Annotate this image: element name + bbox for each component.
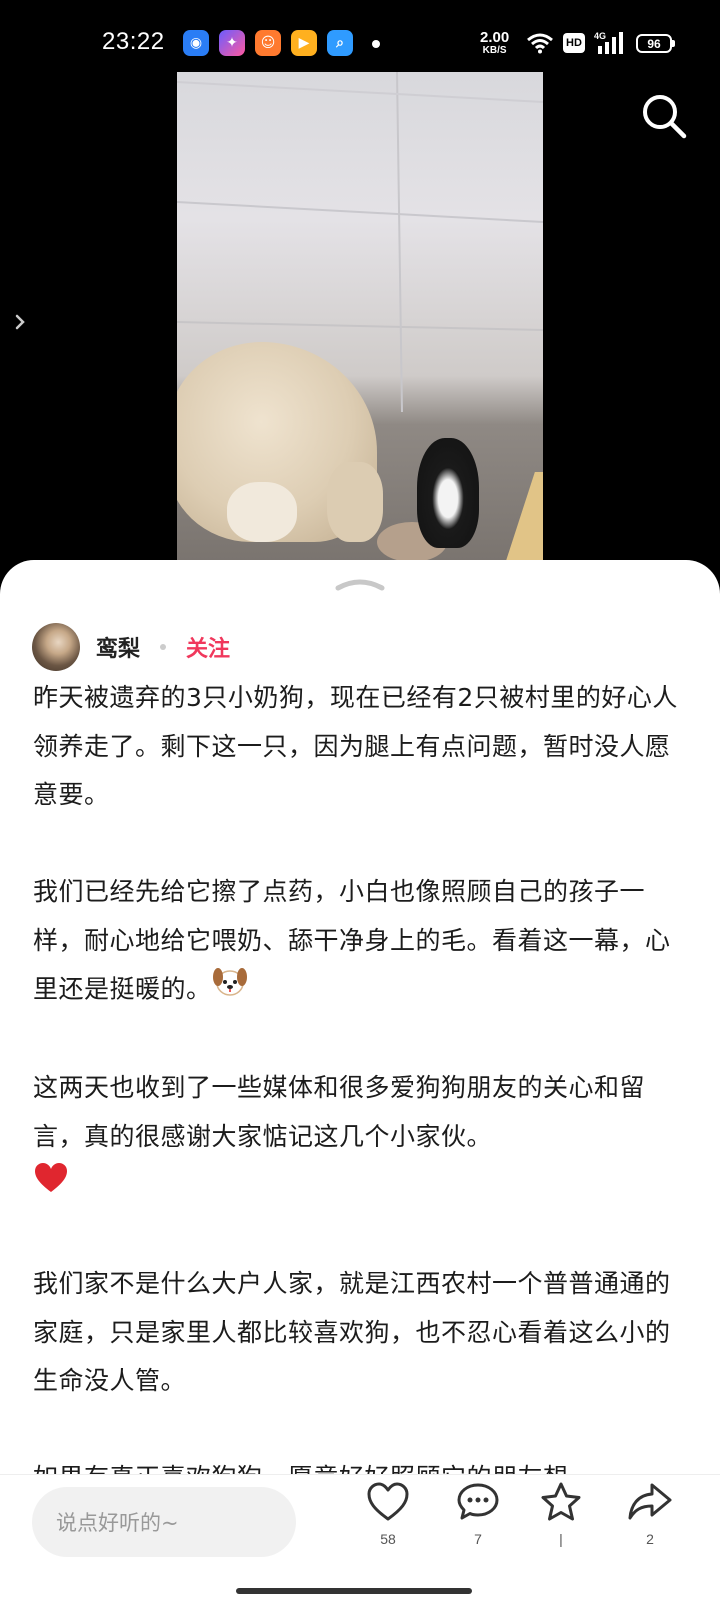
home-indicator[interactable] — [236, 1588, 472, 1594]
collect-button[interactable]: | — [531, 1481, 591, 1547]
search-icon — [643, 95, 687, 139]
chevron-right-icon — [15, 314, 25, 330]
heart-outline-icon — [367, 1482, 409, 1521]
browser-app-icon: ◉ — [183, 30, 209, 56]
wifi-icon — [526, 32, 554, 58]
network-speed-value: 2.00 — [480, 29, 510, 46]
game-app-icon: ☺ — [255, 30, 281, 56]
post-paragraph: 我们家不是什么大户人家，就是江西农村一个普普通通的家庭，只是家里人都比较喜欢狗，… — [33, 1260, 689, 1406]
author-row: 鸾梨 关注 — [32, 622, 230, 672]
share-button[interactable]: 2 — [620, 1481, 680, 1547]
network-speed: 2.00 KB/S — [480, 30, 509, 56]
star-app-icon: ✦ — [219, 30, 245, 56]
separator-dot — [160, 644, 167, 650]
post-paragraph: 这两天也收到了一些媒体和很多爱狗狗朋友的关心和留言，真的很感谢大家惦记这几个小家… — [33, 1064, 689, 1212]
expand-panel-button[interactable] — [10, 310, 30, 334]
chevron-up-icon — [335, 579, 385, 591]
post-detail-sheet: 鸾梨 关注 昨天被遗弃的3只小奶狗，现在已经有2只被村里的好心人领养走了。剩下这… — [0, 560, 720, 1600]
post-paragraph: 昨天被遗弃的3只小奶狗，现在已经有2只被村里的好心人领养走了。剩下这一只，因为腿… — [33, 674, 689, 820]
post-text: 昨天被遗弃的3只小奶狗，现在已经有2只被村里的好心人领养走了。剩下这一只，因为腿… — [33, 674, 689, 1551]
like-button[interactable]: 58 — [358, 1481, 418, 1547]
share-arrow-icon — [628, 1483, 672, 1520]
comment-input[interactable]: 说点好听的~ — [32, 1487, 296, 1557]
like-count: 58 — [380, 1531, 396, 1547]
bottom-action-bar: 说点好听的~ 58 7 | 2 — [0, 1474, 720, 1600]
post-paragraph-text: 昨天被遗弃的3只小奶狗，现在已经有2只被村里的好心人领养走了。剩下这一只，因为腿… — [33, 683, 678, 809]
comment-count: 7 — [474, 1531, 482, 1547]
more-notifications-dot — [372, 40, 380, 48]
notification-app-icons: ◉ ✦ ☺ ▶ ⌕ — [183, 30, 353, 56]
post-paragraph: 我们已经先给它擦了点药，小白也像照顾自己的孩子一样，耐心地给它喂奶、舔干净身上的… — [33, 868, 689, 1016]
share-count: 2 — [646, 1531, 654, 1547]
comment-button[interactable]: 7 — [448, 1481, 508, 1547]
video-app-icon: ▶ — [291, 30, 317, 56]
adult-dog-leg — [227, 482, 297, 542]
comment-placeholder: 说点好听的~ — [56, 1511, 179, 1535]
comment-bubble-icon — [457, 1483, 499, 1520]
post-paragraph-text: 我们家不是什么大户人家，就是江西农村一个普普通通的家庭，只是家里人都比较喜欢狗，… — [33, 1269, 671, 1395]
collect-count: | — [559, 1531, 563, 1547]
cell-signal-icon: 4G — [594, 30, 628, 60]
svg-text:4G: 4G — [594, 31, 606, 41]
red-heart-icon — [33, 1161, 69, 1212]
search-button[interactable] — [640, 92, 688, 140]
follow-button[interactable]: 关注 — [186, 631, 230, 663]
adult-dog-paw — [327, 462, 383, 542]
dog-face-icon — [212, 965, 248, 1016]
hd-badge: HD — [563, 33, 585, 53]
status-time: 23:22 — [102, 28, 165, 55]
search-app-icon: ⌕ — [327, 30, 353, 56]
collapse-handle[interactable] — [334, 574, 386, 594]
author-name[interactable]: 鸾梨 — [96, 631, 140, 663]
post-paragraph-text: 我们已经先给它擦了点药，小白也像照顾自己的孩子一样，耐心地给它喂奶、舔干净身上的… — [33, 877, 671, 1004]
battery-indicator: 96 — [636, 34, 675, 53]
black-white-puppy — [417, 438, 479, 548]
network-speed-unit: KB/S — [482, 45, 507, 56]
avatar[interactable] — [32, 623, 80, 671]
post-video[interactable] — [177, 72, 543, 562]
post-paragraph-text: 这两天也收到了一些媒体和很多爱狗狗朋友的关心和留言，真的很感谢大家惦记这几个小家… — [33, 1073, 646, 1151]
star-outline-icon — [541, 1482, 581, 1521]
